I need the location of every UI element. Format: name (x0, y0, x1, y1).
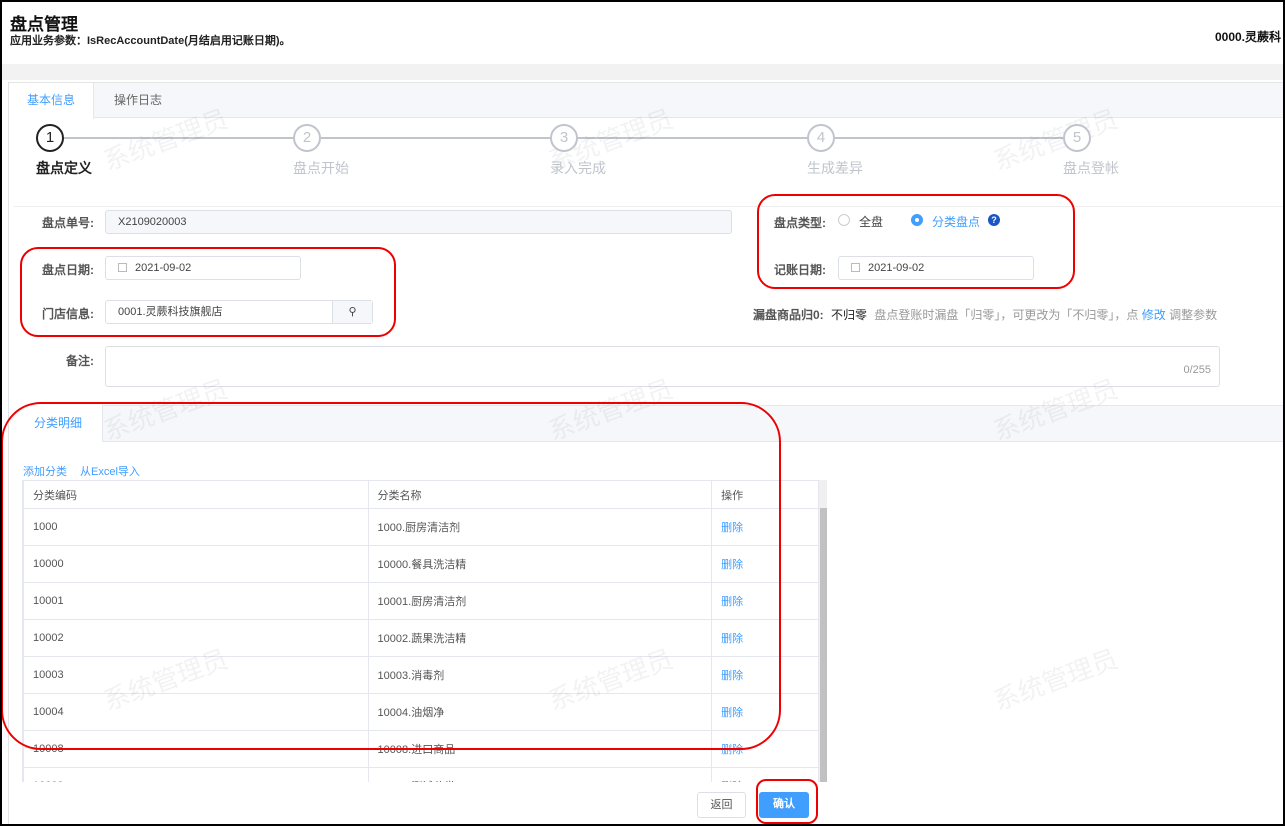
table-row: 10002 10002.蔬果洗洁精 删除 (23, 619, 819, 657)
remark-textarea[interactable]: 0/255 (105, 346, 1220, 387)
date-value: 2021-09-02 (135, 262, 192, 274)
missing-hint: 盘点登账时漏盘「归零」，可更改为「不归零」，点 (874, 308, 1139, 322)
cell-code: 10001 (23, 582, 369, 620)
step-line (64, 137, 294, 139)
tab-category-detail[interactable]: 分类明细 (14, 405, 103, 442)
step-label: 录入完成 (550, 160, 606, 176)
cell-name: 10004.油烟净 (367, 693, 713, 731)
radio-category-label: 分类盘点 (932, 215, 981, 229)
order-no-field[interactable]: X2109020003 (105, 210, 732, 234)
scrollbar-thumb[interactable] (820, 508, 827, 782)
col-name: 分类名称 (367, 480, 713, 509)
search-icon[interactable]: ⚲ (332, 301, 372, 323)
remark-counter: 0/255 (1183, 364, 1211, 376)
import-excel-link[interactable]: 从Excel导入 (80, 463, 140, 479)
radio-category[interactable] (911, 214, 923, 226)
delete-link[interactable]: 删除 (711, 545, 819, 583)
cell-name: 10003.消毒剂 (367, 656, 713, 694)
cell-code: 10009 (23, 767, 369, 782)
step-number: 1 (36, 124, 64, 152)
confirm-button[interactable]: 确认 (759, 792, 809, 818)
store-value: 0001.灵蕨科技旗舰店 (118, 306, 223, 318)
add-category-link[interactable]: 添加分类 (23, 463, 67, 479)
account-date-label: 记账日期: (774, 263, 826, 277)
table-row: 10001 10001.厨房清洁剂 删除 (23, 582, 819, 620)
tab-bar: 基本信息 操作日志 (9, 83, 1285, 119)
scrollbar[interactable] (818, 480, 827, 782)
table-header: 分类编码 分类名称 操作 (23, 480, 819, 509)
table-row: 1000910009.测试分类删除 (23, 767, 819, 782)
delete-link[interactable]: 删除 (711, 619, 819, 657)
delete-link[interactable]: 删除 (711, 767, 819, 782)
table-row: 10000 10000.餐具洗洁精 删除 (23, 545, 819, 583)
back-button[interactable]: 返回 (697, 792, 746, 818)
cell-name: 1000.厨房清洁剂 (367, 508, 713, 546)
detail-tab-bar: 分类明细 (14, 405, 1285, 442)
divider (14, 206, 1285, 207)
category-table: 分类编码 分类名称 操作 1000 1000.厨房清洁剂 删除 10000 10000.… (22, 480, 827, 782)
step-number: 5 (1063, 124, 1091, 152)
divider-band (0, 64, 1285, 80)
tab-operation-log[interactable]: 操作日志 (96, 83, 180, 118)
col-code: 分类编码 (23, 480, 369, 509)
cell-code: 10004 (23, 693, 369, 731)
col-op: 操作 (711, 480, 819, 509)
missing-zero-row: 漏盘商品归0: 不归零 盘点登账时漏盘「归零」，可更改为「不归零」，点 修改 调… (753, 306, 1217, 323)
tab-basic-info[interactable]: 基本信息 (9, 83, 95, 119)
modify-link[interactable]: 修改 (1142, 308, 1166, 322)
cell-name: 10008.进口商品 (367, 730, 713, 768)
cell-name: 10002.蔬果洗洁精 (367, 619, 713, 657)
cell-code: 10002 (23, 619, 369, 657)
step-number: 4 (807, 124, 835, 152)
page-header: 盘点管理 应用业务参数：IsRecAccountDate(月结启用记账日期)。 … (0, 0, 1285, 64)
date-field[interactable]: 2021-09-02 (105, 256, 301, 280)
cell-name: 10000.餐具洗洁精 (367, 545, 713, 583)
cell-code: 10003 (23, 656, 369, 694)
cell-name: 10009.测试分类 (367, 767, 713, 782)
table-row: 10008 10008.进口商品 删除 (23, 730, 819, 768)
missing-label: 漏盘商品归0: (753, 308, 824, 322)
store-field[interactable]: 0001.灵蕨科技旗舰店 ⚲ (105, 300, 373, 324)
store-label: 门店信息: (42, 307, 94, 321)
cell-code: 10008 (23, 730, 369, 768)
account-date-field[interactable]: 2021-09-02 (838, 256, 1034, 280)
step-line (321, 137, 551, 139)
delete-link[interactable]: 删除 (711, 656, 819, 694)
page-subtitle: 应用业务参数：IsRecAccountDate(月结启用记账日期)。 (10, 35, 291, 47)
calendar-icon (851, 263, 860, 272)
table-row: 1000 1000.厨房清洁剂 删除 (23, 508, 819, 546)
order-no-label: 盘点单号: (42, 216, 94, 230)
step-label: 盘点登帐 (1063, 160, 1119, 176)
calendar-icon (118, 263, 127, 272)
step-label: 盘点定义 (36, 160, 92, 176)
missing-hint-2: 调整参数 (1169, 308, 1218, 322)
cell-code: 1000 (23, 508, 369, 546)
remark-label: 备注: (66, 354, 94, 368)
radio-all-label: 全盘 (859, 215, 884, 229)
step-label: 盘点开始 (293, 160, 349, 176)
step-number: 2 (293, 124, 321, 152)
delete-link[interactable]: 删除 (711, 508, 819, 546)
cell-name: 10001.厨房清洁剂 (367, 582, 713, 620)
cell-code: 10000 (23, 545, 369, 583)
delete-link[interactable]: 删除 (711, 693, 819, 731)
delete-link[interactable]: 删除 (711, 730, 819, 768)
missing-value: 不归零 (831, 308, 868, 322)
step-number: 3 (550, 124, 578, 152)
table-row: 10004 10004.油烟净 删除 (23, 693, 819, 731)
type-label: 盘点类型: (774, 216, 826, 230)
step-line (578, 137, 808, 139)
org-name: 0000.灵蕨科 (1214, 30, 1281, 44)
account-date-value: 2021-09-02 (868, 262, 925, 274)
radio-all[interactable] (838, 214, 850, 226)
delete-link[interactable]: 删除 (711, 582, 819, 620)
help-icon[interactable]: ? (988, 214, 1000, 226)
step-label: 生成差异 (807, 160, 863, 176)
date-label: 盘点日期: (42, 263, 94, 277)
table-row: 10003 10003.消毒剂 删除 (23, 656, 819, 694)
step-line (835, 137, 1065, 139)
